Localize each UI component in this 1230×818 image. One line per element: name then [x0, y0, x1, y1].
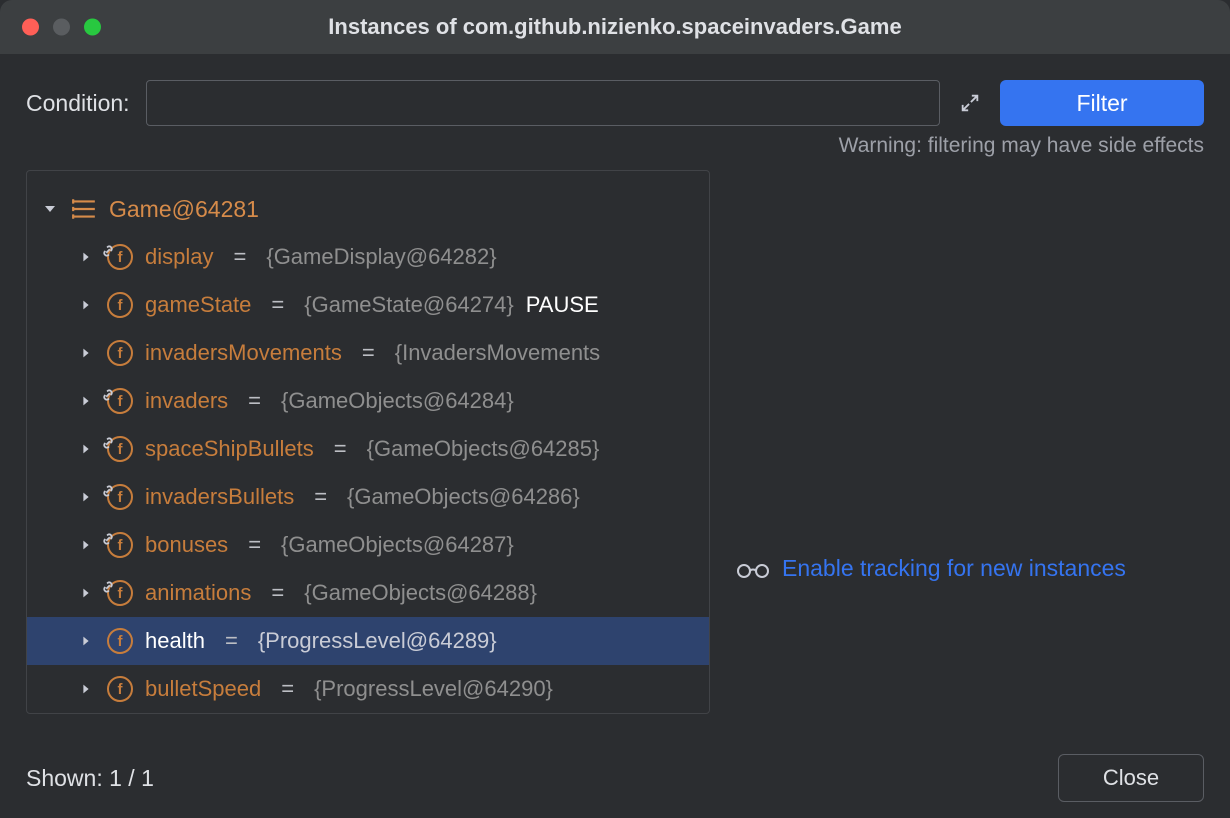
traffic-lights: [22, 19, 101, 36]
field-icon: f: [107, 580, 133, 606]
field-value: {GameObjects@64288}: [304, 580, 537, 606]
expand-input-icon[interactable]: [956, 89, 984, 117]
instances-tree[interactable]: Game@64281 fdisplay={GameDisplay@64282}f…: [26, 170, 710, 714]
chevron-right-icon[interactable]: [77, 680, 95, 698]
field-name: invaders: [145, 388, 228, 414]
field-icon: f: [107, 388, 133, 414]
chevron-right-icon[interactable]: [77, 392, 95, 410]
chevron-right-icon[interactable]: [77, 248, 95, 266]
chevron-right-icon[interactable]: [77, 536, 95, 554]
equals-sign: =: [334, 436, 347, 462]
tree-row[interactable]: fhealth = {ProgressLevel@64289}: [27, 617, 709, 665]
field-value: {GameState@64274}: [304, 292, 513, 318]
field-icon: f: [107, 484, 133, 510]
zoom-window-button[interactable]: [84, 19, 101, 36]
condition-label: Condition:: [26, 90, 130, 117]
tree-row[interactable]: f display = {GameDisplay@64282}: [27, 233, 709, 281]
field-value: {ProgressLevel@64290}: [314, 676, 553, 702]
field-icon: f: [107, 532, 133, 558]
field-value: {InvadersMovements: [395, 340, 600, 366]
field-name: display: [145, 244, 213, 270]
chevron-right-icon[interactable]: [77, 584, 95, 602]
tree-root[interactable]: Game@64281: [27, 185, 709, 233]
equals-sign: =: [248, 388, 261, 414]
field-icon: f: [107, 436, 133, 462]
tree-row[interactable]: f bulletSpeed = {ProgressLevel@64290}: [27, 665, 709, 713]
field-name: spaceShipBullets: [145, 436, 314, 462]
tree-row[interactable]: f bonuses = {GameObjects@64287}: [27, 521, 709, 569]
chevron-right-icon[interactable]: [77, 344, 95, 362]
tree-row[interactable]: f invaders = {GameObjects@64284}: [27, 377, 709, 425]
field-value: {GameObjects@64287}: [281, 532, 514, 558]
field-icon: f: [107, 628, 133, 654]
chevron-right-icon[interactable]: [77, 632, 95, 650]
tree-row[interactable]: f spaceShipBullets = {GameObjects@64285}: [27, 425, 709, 473]
equals-sign: =: [314, 484, 327, 510]
filter-warning: Warning: filtering may have side effects: [26, 134, 1204, 158]
field-name: health: [145, 628, 205, 654]
field-value: {GameDisplay@64282}: [266, 244, 496, 270]
chevron-down-icon[interactable]: [41, 200, 59, 218]
chevron-right-icon[interactable]: [77, 440, 95, 458]
field-name: animations: [145, 580, 251, 606]
tree-root-label: Game@64281: [109, 196, 259, 223]
field-icon: f: [107, 292, 133, 318]
field-name: invadersBullets: [145, 484, 294, 510]
enable-tracking-label: Enable tracking for new instances: [782, 555, 1126, 582]
field-icon: f: [107, 676, 133, 702]
shown-count: Shown: 1 / 1: [26, 765, 154, 792]
equals-sign: =: [233, 244, 246, 270]
field-value: {GameObjects@64285}: [367, 436, 600, 462]
tree-row[interactable]: f gameState = {GameState@64274} PAUSE: [27, 281, 709, 329]
chevron-right-icon[interactable]: [77, 296, 95, 314]
field-value: {GameObjects@64284}: [281, 388, 514, 414]
field-value-suffix: PAUSE: [526, 292, 599, 318]
window-titlebar: Instances of com.github.nizienko.spacein…: [0, 0, 1230, 54]
enable-tracking-link[interactable]: Enable tracking for new instances: [736, 422, 1126, 714]
filter-button[interactable]: Filter: [1000, 80, 1204, 126]
tree-row[interactable]: f invadersMovements = {InvadersMovements: [27, 329, 709, 377]
tree-row[interactable]: f invadersBullets = {GameObjects@64286}: [27, 473, 709, 521]
close-window-button[interactable]: [22, 19, 39, 36]
field-value: {ProgressLevel@64289}: [258, 628, 497, 654]
close-button[interactable]: Close: [1058, 754, 1204, 802]
glasses-icon: [736, 558, 770, 578]
window-title: Instances of com.github.nizienko.spacein…: [328, 14, 901, 40]
equals-sign: =: [362, 340, 375, 366]
equals-sign: =: [225, 628, 238, 654]
equals-sign: =: [271, 580, 284, 606]
field-name: bonuses: [145, 532, 228, 558]
minimize-window-button[interactable]: [53, 19, 70, 36]
equals-sign: =: [281, 676, 294, 702]
tree-row[interactable]: f animations = {GameObjects@64288}: [27, 569, 709, 617]
field-value: {GameObjects@64286}: [347, 484, 580, 510]
condition-input[interactable]: [146, 80, 940, 126]
field-name: gameState: [145, 292, 251, 318]
object-icon: [71, 198, 97, 220]
field-icon: f: [107, 244, 133, 270]
equals-sign: =: [248, 532, 261, 558]
field-name: invadersMovements: [145, 340, 342, 366]
equals-sign: =: [271, 292, 284, 318]
chevron-right-icon[interactable]: [77, 488, 95, 506]
field-icon: f: [107, 340, 133, 366]
field-name: bulletSpeed: [145, 676, 261, 702]
